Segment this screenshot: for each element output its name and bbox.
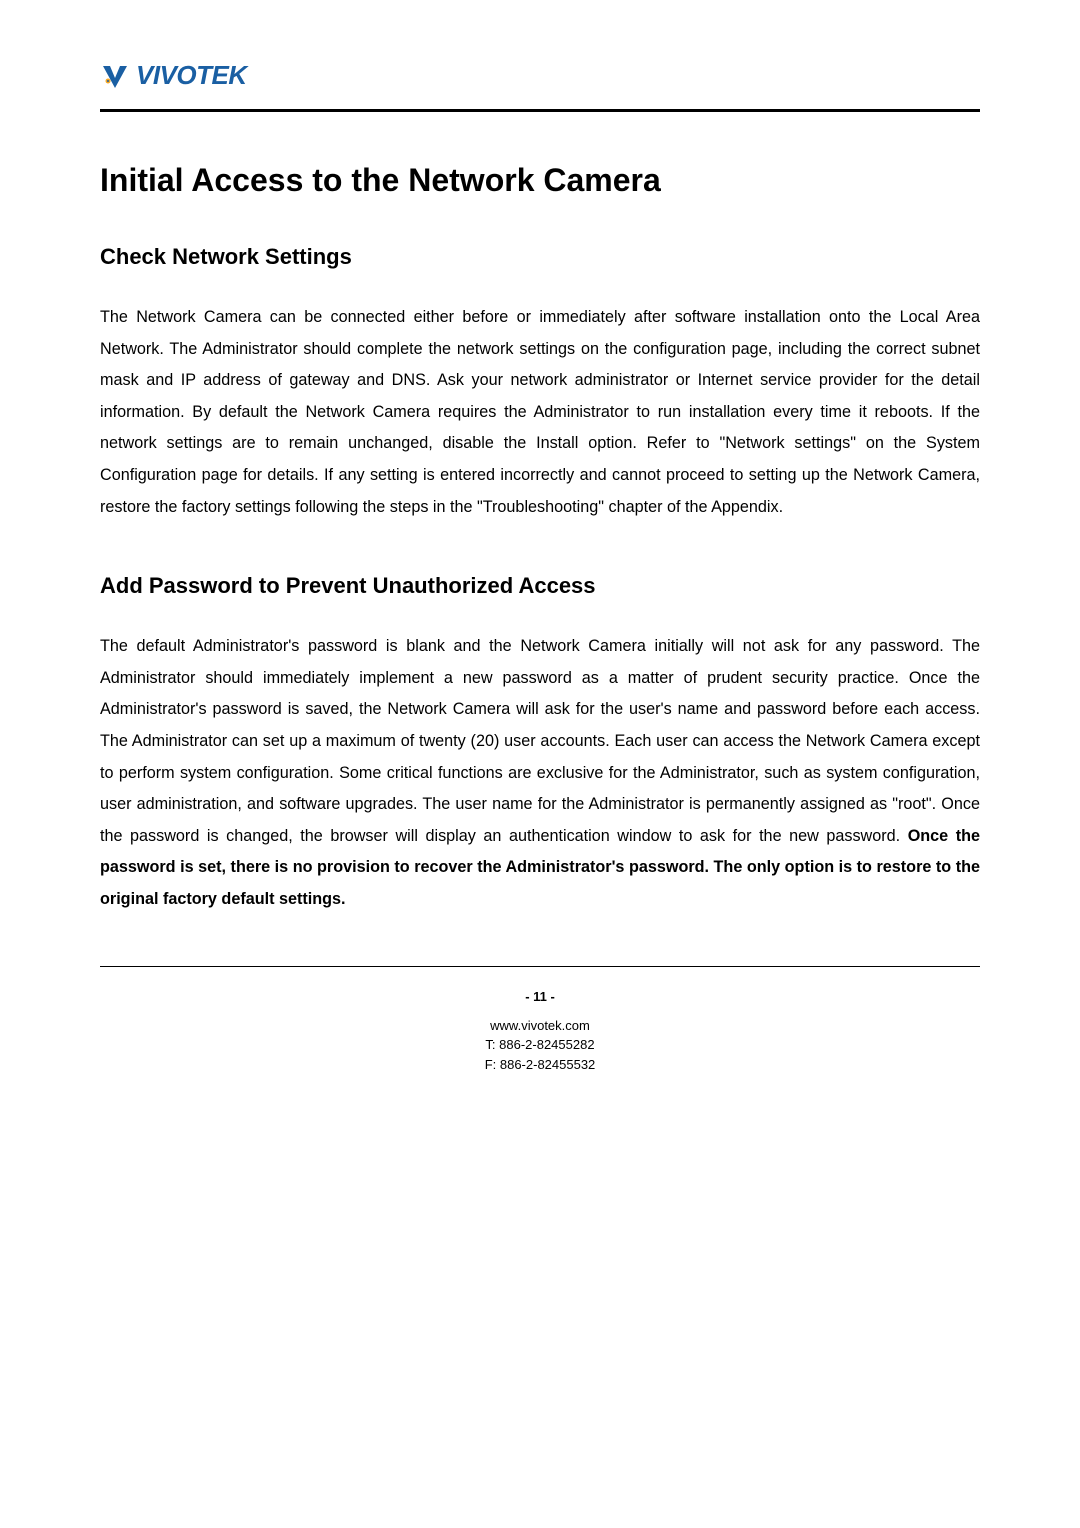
page-title: Initial Access to the Network Camera <box>100 162 980 199</box>
vivotek-logo-icon <box>100 61 130 91</box>
footer-website: www.vivotek.com <box>100 1016 980 1036</box>
logo-brand-text: VIVOTEK <box>136 60 247 91</box>
header-divider <box>100 109 980 112</box>
footer-tel: T: 886-2-82455282 <box>100 1035 980 1055</box>
page-number: - 11 - <box>100 989 980 1004</box>
section-body-add-password: The default Administrator's password is … <box>100 631 980 915</box>
section-body-check-network: The Network Camera can be connected eith… <box>100 302 980 523</box>
footer-contact: www.vivotek.com T: 886-2-82455282 F: 886… <box>100 1016 980 1075</box>
section-heading-check-network: Check Network Settings <box>100 244 980 270</box>
footer-fax: F: 886-2-82455532 <box>100 1055 980 1075</box>
logo-container: VIVOTEK <box>100 60 980 91</box>
body-text-normal: The default Administrator's password is … <box>100 637 980 845</box>
section-heading-add-password: Add Password to Prevent Unauthorized Acc… <box>100 573 980 599</box>
footer-divider <box>100 966 980 967</box>
